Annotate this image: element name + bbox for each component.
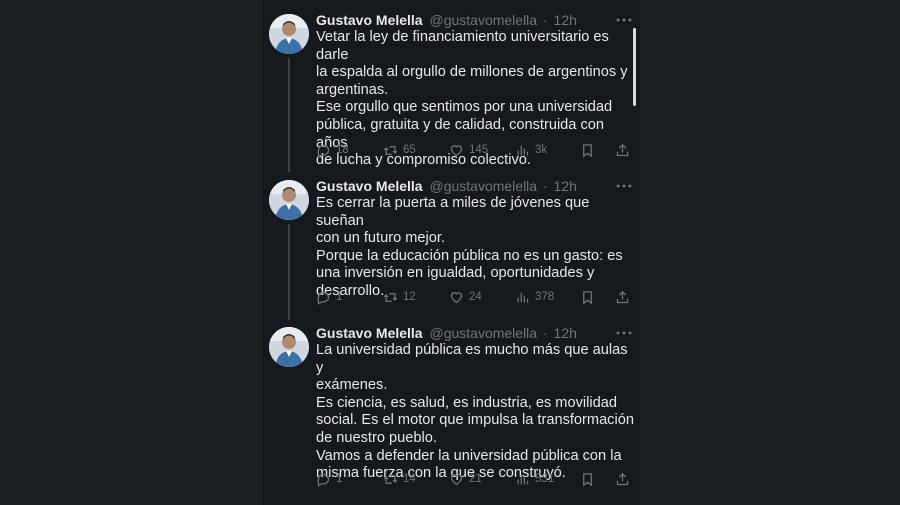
views-button[interactable]: 3k	[515, 141, 547, 159]
tweet-text-line: Ese orgullo que sentimos por una univers…	[316, 99, 613, 116]
bookmark-icon	[583, 143, 592, 157]
tweet-text-line: exámenes.	[316, 377, 388, 394]
like-count: 24	[469, 291, 482, 303]
screenshot-page: Gustavo Melella @gustavomelella · 12h Ve…	[0, 0, 900, 505]
tweet-text-line: de nuestro pueblo.	[316, 429, 437, 446]
timestamp[interactable]: 12h	[554, 12, 577, 28]
share-button[interactable]	[615, 470, 630, 488]
bookmark-button[interactable]	[580, 141, 595, 159]
username-handle[interactable]: @gustavomelella	[429, 12, 537, 28]
like-button[interactable]: 145	[449, 141, 488, 159]
like-count: 145	[469, 144, 489, 156]
tweet-text: La universidad pública es mucho más que …	[316, 342, 638, 483]
heart-icon	[450, 291, 463, 303]
repost-count: 65	[403, 144, 416, 156]
reply-count: 18	[336, 144, 349, 156]
tweet-text-line: con un futuro mejor.	[316, 230, 445, 247]
reply-count: 1	[336, 473, 343, 485]
reply-button[interactable]: 18	[316, 141, 349, 159]
tweet-text: Es cerrar la puerta a miles de jóvenes q…	[316, 195, 638, 301]
tweet-header: Gustavo Melella @gustavomelella · 12h	[316, 10, 577, 30]
share-upload-icon	[616, 143, 629, 156]
views-bar-chart-icon	[517, 292, 529, 302]
tweet-text-line: social. Es el motor que impulsa la trans…	[316, 412, 634, 429]
heart-icon	[450, 473, 463, 485]
scrollbar-thumb[interactable]	[633, 28, 636, 106]
repost-count: 12	[403, 291, 416, 303]
share-button[interactable]	[615, 141, 630, 159]
repost-button[interactable]: 65	[383, 141, 416, 159]
views-button[interactable]: 531	[515, 470, 554, 488]
tweet-actions: 18 65 145 3k	[316, 141, 630, 159]
display-name[interactable]: Gustavo Melella	[316, 12, 423, 28]
tweet-text-line: Vamos a defender la universidad pública …	[316, 447, 622, 464]
tweet-thread: Gustavo Melella @gustavomelella · 12h Ve…	[262, 0, 640, 505]
tweet-header: Gustavo Melella @gustavomelella · 12h	[316, 323, 577, 343]
views-bar-chart-icon	[517, 145, 529, 155]
timestamp[interactable]: 12h	[554, 325, 577, 341]
heart-icon	[450, 144, 463, 156]
timestamp[interactable]: 12h	[554, 178, 577, 194]
views-bar-chart-icon	[517, 474, 529, 484]
repost-arrows-icon	[383, 145, 398, 155]
more-options-icon[interactable]	[614, 10, 634, 30]
display-name[interactable]: Gustavo Melella	[316, 325, 423, 341]
like-button[interactable]: 24	[449, 288, 482, 306]
more-options-icon[interactable]	[614, 323, 634, 343]
thread-connector-line	[288, 58, 290, 172]
repost-button[interactable]: 12	[383, 288, 416, 306]
thread-connector-line	[288, 224, 290, 320]
tweet-text-line: una inversión en igualdad, oportunidades…	[316, 265, 595, 282]
share-button[interactable]	[615, 288, 630, 306]
share-upload-icon	[616, 472, 629, 485]
repost-arrows-icon	[383, 292, 398, 302]
share-upload-icon	[616, 290, 629, 303]
like-button[interactable]: 21	[449, 470, 482, 488]
tweet-header: Gustavo Melella @gustavomelella · 12h	[316, 176, 577, 196]
tweet-text-line: Es cerrar la puerta a miles de jóvenes q…	[316, 195, 590, 229]
tweet-text-line: Es ciencia, es salud, es industria, es m…	[316, 394, 617, 411]
repost-button[interactable]: 14	[383, 470, 416, 488]
display-name[interactable]: Gustavo Melella	[316, 178, 423, 194]
avatar[interactable]	[269, 327, 309, 367]
like-count: 21	[469, 473, 482, 485]
separator-dot: ·	[542, 178, 548, 194]
reply-button[interactable]: 1	[316, 470, 342, 488]
reply-count: 1	[336, 291, 343, 303]
reply-bubble-icon	[317, 291, 330, 305]
reply-bubble-icon	[317, 144, 330, 158]
views-count: 531	[535, 473, 555, 485]
tweet-actions: 1 12 24 378	[316, 288, 630, 306]
repost-arrows-icon	[383, 474, 398, 484]
separator-dot: ·	[542, 325, 548, 341]
tweet-text-line: Porque la educación pública no es un gas…	[316, 247, 623, 264]
separator-dot: ·	[542, 12, 548, 28]
views-count: 3k	[535, 144, 548, 156]
views-button[interactable]: 378	[515, 288, 554, 306]
bookmark-button[interactable]	[580, 288, 595, 306]
tweet-text-line: argentinas.	[316, 81, 389, 98]
tweet-actions: 1 14 21 531	[316, 470, 630, 488]
repost-count: 14	[403, 473, 416, 485]
avatar[interactable]	[269, 14, 309, 54]
tweet-text-line: la espalda al orgullo de millones de arg…	[316, 64, 628, 81]
avatar[interactable]	[269, 180, 309, 220]
reply-button[interactable]: 1	[316, 288, 342, 306]
tweet-text-line: La universidad pública es mucho más que …	[316, 342, 628, 376]
bookmark-button[interactable]	[580, 470, 595, 488]
username-handle[interactable]: @gustavomelella	[429, 178, 537, 194]
bookmark-icon	[583, 290, 592, 304]
reply-bubble-icon	[317, 473, 330, 487]
tweet-text-line: Vetar la ley de financiamiento universit…	[316, 29, 609, 63]
more-options-icon[interactable]	[614, 176, 634, 196]
bookmark-icon	[583, 472, 592, 486]
username-handle[interactable]: @gustavomelella	[429, 325, 537, 341]
views-count: 378	[535, 291, 555, 303]
